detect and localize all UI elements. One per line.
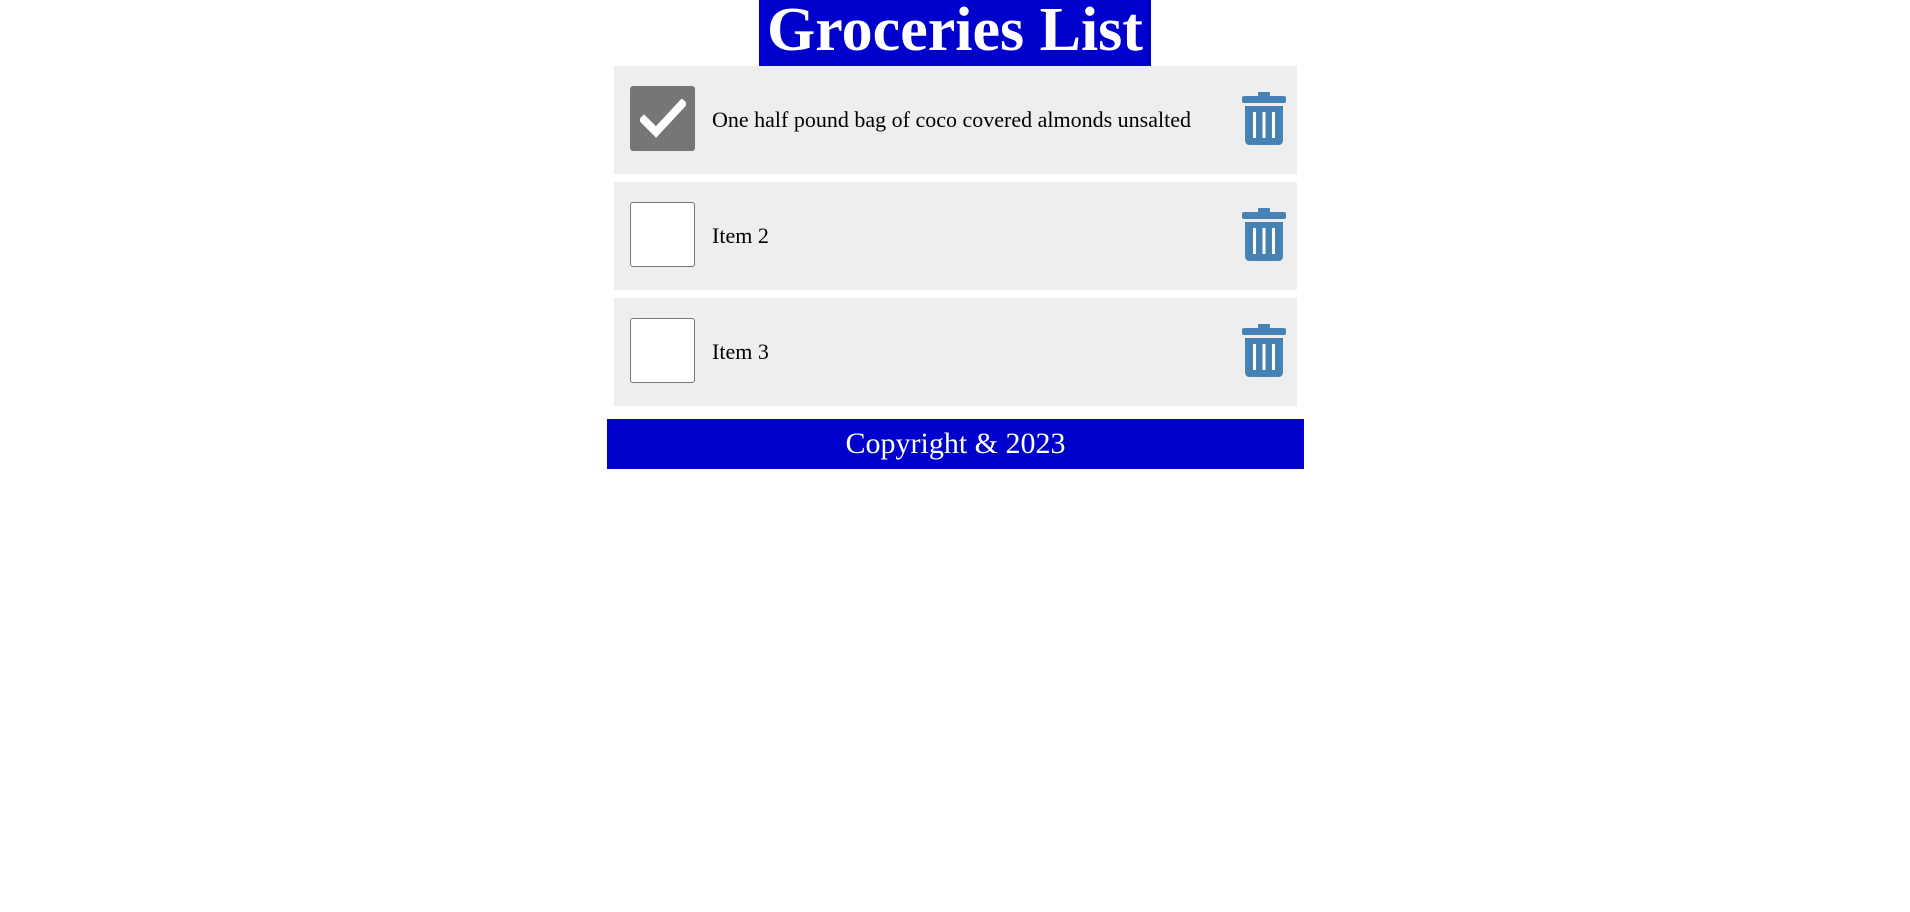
check-icon bbox=[639, 98, 686, 138]
item-label: Item 2 bbox=[712, 223, 769, 248]
trash-icon bbox=[1242, 92, 1286, 145]
trash-icon bbox=[1242, 324, 1286, 377]
page-title: Groceries List bbox=[759, 0, 1151, 66]
grocery-list: One half pound bag of coco covered almon… bbox=[614, 66, 1297, 414]
footer: Copyright & 2023 bbox=[607, 419, 1304, 469]
item-checkbox[interactable] bbox=[630, 86, 695, 151]
copyright-text: Copyright & 2023 bbox=[845, 427, 1066, 460]
list-item: Item 3 bbox=[614, 298, 1297, 406]
delete-button[interactable] bbox=[1241, 324, 1287, 378]
list-item: Item 2 bbox=[614, 182, 1297, 290]
trash-icon bbox=[1242, 208, 1286, 261]
header: Groceries List bbox=[0, 0, 1910, 66]
item-label: Item 3 bbox=[712, 339, 769, 364]
item-label: One half pound bag of coco covered almon… bbox=[712, 107, 1191, 132]
delete-button[interactable] bbox=[1241, 92, 1287, 146]
delete-button[interactable] bbox=[1241, 208, 1287, 262]
item-checkbox[interactable] bbox=[630, 202, 695, 267]
page: Groceries List One half pound bag of coc… bbox=[0, 0, 1910, 912]
item-checkbox[interactable] bbox=[630, 318, 695, 383]
list-item: One half pound bag of coco covered almon… bbox=[614, 66, 1297, 174]
